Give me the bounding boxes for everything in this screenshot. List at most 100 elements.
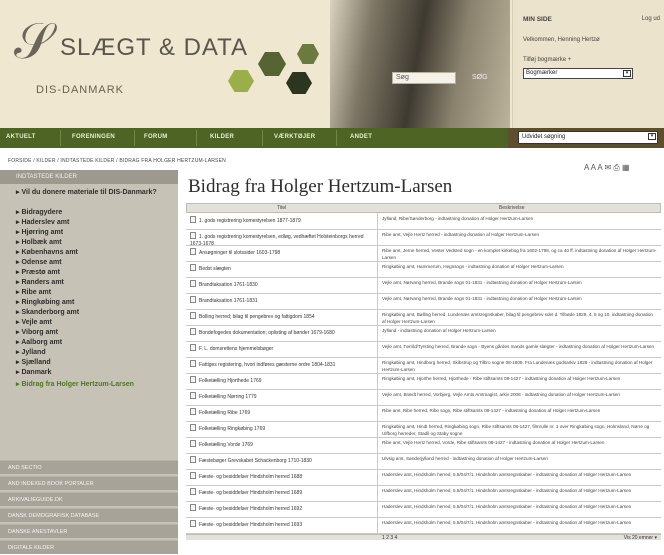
sidebar-section-arkivalieguide-dk[interactable]: ARKIVALIEGUIDE.DK [0, 492, 178, 506]
sidebar-item-danmark[interactable]: ▸ Danmark [16, 368, 172, 377]
sidebar-item-label: Sjælland [21, 359, 51, 366]
row-title-link[interactable]: 1. gods registrering komestyrelsen 1877-… [190, 216, 376, 225]
document-icon [190, 232, 196, 239]
document-icon [190, 280, 196, 287]
sidebar-item-bidrag-fra-holger-hertzum-larsen[interactable]: ▸ Bidrag fra Holger Hertzum-Larsen [16, 380, 172, 389]
document-icon [190, 216, 196, 223]
chevron-down-icon: ▾ [648, 133, 656, 140]
document-icon [190, 376, 196, 383]
page-tools[interactable]: A A A ✉ ⎙ ▦ [584, 163, 630, 173]
row-title-text: Fæstebøger Grevskabet Schackenborg 1710-… [199, 458, 312, 464]
nav-item-kilder[interactable]: KILDER [210, 134, 234, 140]
nav-item-aktuelt[interactable]: AKTUELT [6, 134, 36, 140]
row-title-text: Bolling herred; bilag til pengebrev og f… [199, 314, 315, 320]
document-icon [190, 312, 196, 319]
per-page-select[interactable]: Vis 20 emner ▾ [624, 535, 657, 541]
my-page-title[interactable]: MIN SIDE [523, 16, 552, 24]
logout-link[interactable]: Log ud [642, 16, 660, 22]
sidebar-item-ringk-bing-amt[interactable]: ▸ Ringkøbing amt [16, 298, 172, 307]
row-description: Ringkøbing amt, Hindborg herred, Skibstr… [382, 360, 653, 372]
sidebar-item-skanderborg-amt[interactable]: ▸ Skanderborg amt [16, 308, 172, 317]
sidebar-item-haderslev-amt[interactable]: ▸ Haderslev amt [16, 218, 172, 227]
sidebar-section-and-sectio[interactable]: AND SECTIO [0, 460, 178, 474]
row-title-text: F. L. domsrettens hjemmelsbøger [199, 346, 274, 352]
row-title-link[interactable]: F. L. domsrettens hjemmelsbøger [190, 344, 376, 353]
sidebar-item-randers-amt[interactable]: ▸ Randers amt [16, 278, 172, 287]
sidebar-section-and-indexed-book-portaler[interactable]: AND INDEXED BOOK PORTALER [0, 476, 178, 490]
logo-icon[interactable]: 𝒮 [14, 16, 53, 66]
search-input[interactable]: Søg [392, 72, 456, 84]
document-icon [190, 504, 196, 511]
sidebar-item-pr-st-amt[interactable]: ▸ Præstø amt [16, 268, 172, 277]
nav-item-foreningen[interactable]: FORENINGEN [72, 134, 115, 140]
nav-item-vaerktojer[interactable]: VÆRKTØJER [274, 134, 315, 140]
sidebar-heading[interactable]: INDTASTEDE KILDER [0, 170, 178, 184]
document-icon [190, 488, 196, 495]
document-icon [190, 424, 196, 431]
sidebar-item-vil-du-donere-materiale-til-dis-danmark[interactable]: ▸ Vil du donere materiale til DIS-Danmar… [16, 188, 172, 197]
row-title-link[interactable]: Bolling herred; bilag til pengebrev og f… [190, 312, 376, 321]
sidebar-section-dansk-demografisk-database[interactable]: DANSK DEMOGRAFISK DATABASE [0, 508, 178, 522]
sidebar-item-holb-k-amt[interactable]: ▸ Holbæk amt [16, 238, 172, 247]
sidebar-item-odense-amt[interactable]: ▸ Odense amt [16, 258, 172, 267]
sidebar-item-viborg-amt[interactable]: ▸ Viborg amt [16, 328, 172, 337]
table-row: Fæste- og besiddelser Hindsholm herred 1… [186, 518, 661, 534]
sidebar-item-ribe-amt[interactable]: ▸ Ribe amt [16, 288, 172, 297]
row-title-link[interactable]: Brandtaksation 1761-1831 [190, 296, 376, 305]
row-title-link[interactable]: Bedst slægten [190, 264, 376, 273]
row-title-text: Fæste- og besiddelser Hindsholm herred 1… [199, 474, 303, 480]
row-title-link[interactable]: Folketælling Nørring 1779 [190, 392, 376, 401]
site-header: 𝒮 SLÆGT & DATA DIS-DANMARK Søg SØG MIN S… [0, 0, 664, 128]
sidebar-item-label: Hjørring amt [21, 229, 64, 236]
row-title-link[interactable]: Folketælling Vorde 1769 [190, 440, 376, 449]
sidebar-item-aalborg-amt[interactable]: ▸ Aalborg amt [16, 338, 172, 347]
logo-text[interactable]: SLÆGT & DATA [60, 34, 248, 62]
column-header-title[interactable]: Titel [277, 205, 286, 211]
row-title-link[interactable]: Folketælling Ribe 1769 [190, 408, 376, 417]
row-title-link[interactable]: Bondefogedes dokumentation; oplisting af… [190, 328, 376, 337]
document-icon [190, 344, 196, 351]
row-title-link[interactable]: Folketælling Hjorthede 1769 [190, 376, 376, 385]
hexagon-decoration-icon [286, 72, 312, 94]
row-title-link[interactable]: Fæste- og besiddelser Hindsholm herred 1… [190, 488, 376, 497]
row-title-link[interactable]: Fæstebøger Grevskabet Schackenborg 1710-… [190, 456, 376, 465]
nav-item-forum[interactable]: FORUM [144, 134, 168, 140]
row-description: Vejle amt, Brædt herred, Vorbjerg, Vejle… [382, 392, 620, 397]
nav-item-andet[interactable]: ANDET [350, 134, 372, 140]
row-title-link[interactable]: Folketælling Ringkøbing 1769 [190, 424, 376, 433]
row-description: Ringkøbing amt, Hjorthe herred, Hjorthed… [382, 376, 621, 381]
advanced-search-select[interactable]: Udvidet søgning ▾ [518, 131, 658, 144]
breadcrumb[interactable]: FORSIDE / KILDER / INDTASTEDE KILDER / B… [8, 158, 226, 164]
sidebar-section-digitale-kilder[interactable]: DIGITALE KILDER [0, 540, 178, 554]
row-title-text: Fæste- og besiddelser Hindsholm herred 1… [199, 506, 303, 512]
row-description: Ringkøbing amt, Hindt herred, Ringkøbing… [382, 424, 650, 436]
header-photo [330, 0, 510, 128]
sidebar-item-vejle-amt[interactable]: ▸ Vejle amt [16, 318, 172, 327]
add-bookmark-link[interactable]: Tilføj bogmærke + [523, 56, 571, 64]
row-title-link[interactable]: Brandtaksation 1761-1830 [190, 280, 376, 289]
row-description: Haderslev amt, Hindsholm herred, 5.5/04/… [382, 472, 632, 477]
sidebar-item-sj-lland[interactable]: ▸ Sjælland [16, 358, 172, 367]
column-header-description[interactable]: Beskrivelse [499, 205, 525, 211]
row-title-link[interactable]: Fæste- og besiddelser Hindsholm herred 1… [190, 504, 376, 513]
row-title-link[interactable]: Fæste- og besiddelser Hindsholm herred 1… [190, 472, 376, 481]
document-icon [190, 440, 196, 447]
sidebar-item-hj-rring-amt[interactable]: ▸ Hjørring amt [16, 228, 172, 237]
bookmark-select[interactable]: Bogmærker ▾ [523, 68, 633, 79]
search-button[interactable]: SØG [472, 72, 488, 84]
row-title-text: Fattiges registering, hvori indføres gæs… [199, 362, 336, 368]
sidebar-item-jylland[interactable]: ▸ Jylland [16, 348, 172, 357]
row-title-link[interactable]: Fattiges registering, hvori indføres gæs… [190, 360, 376, 369]
nav-divider [134, 130, 135, 146]
row-description: Jylland - indtastning donation af Holger… [382, 328, 496, 333]
page-numbers[interactable]: 1 2 3 4 [382, 535, 397, 541]
sidebar-item-label: Vejle amt [21, 319, 52, 326]
user-panel: MIN SIDE Log ud Velkommen, Henning Hertz… [512, 0, 664, 128]
row-title-link[interactable]: Fæste- og besiddelser Hindsholm herred 1… [190, 520, 376, 529]
sidebar: INDTASTEDE KILDER ▸ Vil du donere materi… [0, 170, 178, 554]
sidebar-item-k-benhavns-amt[interactable]: ▸ Københavns amt [16, 248, 172, 257]
table-row: Ansøgninger til slotssider 1603-1798 Ribe… [186, 246, 661, 262]
row-title-link[interactable]: Ansøgninger til slotssider 1603-1798 [190, 248, 376, 257]
sidebar-item-bidragydere[interactable]: ▸ Bidragydere [16, 208, 172, 217]
sidebar-section-danske-anestavler[interactable]: DANSKE ANESTAVLER [0, 524, 178, 538]
